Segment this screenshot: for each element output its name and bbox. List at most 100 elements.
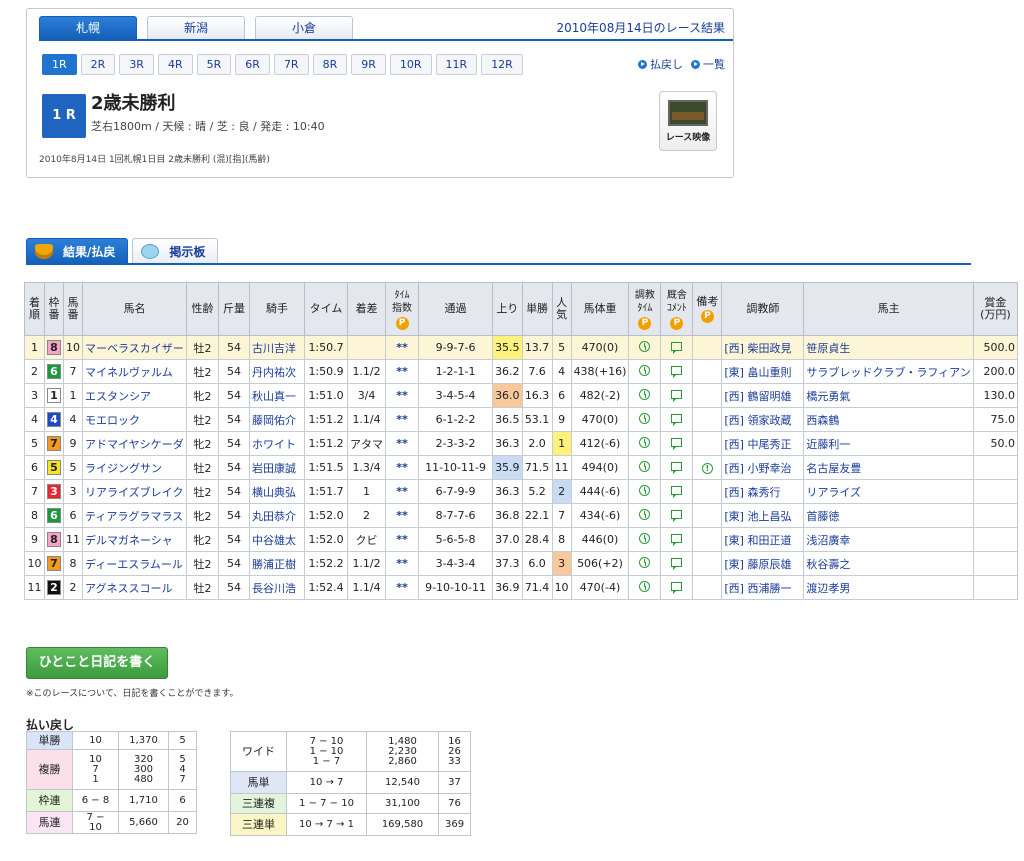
jockey-link[interactable]: 長谷川浩 — [252, 582, 296, 595]
clock-icon[interactable] — [639, 533, 651, 544]
horse-link[interactable]: ディーエスラムール — [85, 558, 183, 571]
premium-icon[interactable]: P — [395, 316, 409, 330]
trainer-link[interactable]: [西] 領家政蔵 — [724, 414, 791, 427]
trainer-link[interactable]: [西] 西浦勝一 — [724, 582, 791, 595]
owner-link[interactable]: 近藤利一 — [806, 438, 850, 451]
trainer-link[interactable]: [西] 中尾秀正 — [724, 438, 791, 451]
comment-icon[interactable] — [671, 390, 683, 402]
cell-sex-age: 牡2 — [186, 359, 220, 384]
clock-icon[interactable] — [639, 341, 651, 352]
jockey-link[interactable]: 古川吉洋 — [252, 342, 296, 355]
jockey-link[interactable]: 横山典弘 — [252, 486, 296, 499]
horse-link[interactable]: アドマイヤシケーダ — [85, 438, 184, 451]
owner-link[interactable]: 西森鶴 — [806, 414, 839, 427]
race-number-button[interactable]: 11R — [435, 54, 478, 75]
jockey-link[interactable]: 秋山真一 — [252, 390, 296, 403]
trainer-link[interactable]: [東] 和田正道 — [724, 534, 791, 547]
jockey-link[interactable]: 勝浦正樹 — [252, 558, 296, 571]
horse-link[interactable]: ティアラグラマラス — [85, 510, 183, 523]
race-number-button[interactable]: 1R — [42, 54, 77, 75]
race-number-button[interactable]: 9R — [351, 54, 386, 75]
jockey-link[interactable]: 丸田恭介 — [252, 510, 296, 523]
race-number-button[interactable]: 5R — [196, 54, 232, 75]
horse-link[interactable]: デルマガネーシャ — [85, 534, 173, 547]
clock-icon[interactable] — [639, 389, 651, 400]
venue-tab-kokura[interactable]: 小倉 — [255, 16, 353, 39]
owner-link[interactable]: 名古屋友豊 — [806, 462, 861, 475]
horse-link[interactable]: リアライズブレイク — [85, 486, 183, 499]
owner-link[interactable]: 橋元勇氣 — [806, 390, 850, 403]
clock-icon[interactable] — [639, 485, 651, 496]
clock-icon[interactable] — [639, 557, 651, 568]
comment-icon[interactable] — [671, 342, 683, 354]
race-number-button[interactable]: 6R — [235, 54, 270, 75]
premium-icon[interactable]: P — [670, 316, 684, 330]
jockey-link[interactable]: 丹内祐次 — [252, 366, 296, 379]
venue-tab-sapporo[interactable]: 札幌 — [39, 16, 137, 39]
clock-icon[interactable] — [639, 581, 651, 592]
horse-link[interactable]: マーベラスカイザー — [85, 342, 184, 355]
comment-icon[interactable] — [671, 582, 683, 594]
write-diary-button[interactable]: ひとこと日記を書く — [26, 647, 168, 679]
comment-icon[interactable] — [671, 414, 683, 426]
jockey-link[interactable]: 岩田康誠 — [252, 462, 296, 475]
clock-icon[interactable] — [639, 509, 651, 520]
cell-notes: ! — [692, 455, 723, 480]
list-link[interactable]: 一覧 — [691, 56, 725, 72]
clock-icon[interactable] — [639, 437, 651, 448]
jockey-link[interactable]: 藤岡佑介 — [252, 414, 296, 427]
info-icon[interactable]: ! — [701, 463, 713, 474]
owner-link[interactable]: 浅沼廣幸 — [806, 534, 850, 547]
horse-link[interactable]: ライジングサン — [85, 462, 162, 475]
owner-link[interactable]: 秋谷壽之 — [806, 558, 850, 571]
trainer-link[interactable]: [東] 藤原辰雄 — [724, 558, 791, 571]
trainer-link[interactable]: [東] 畠山重則 — [724, 366, 791, 379]
cell-passing: 3-4-3-4 — [418, 551, 494, 576]
comment-icon[interactable] — [671, 486, 683, 498]
horse-link[interactable]: アグネススコール — [85, 582, 172, 595]
comment-icon[interactable] — [671, 438, 683, 450]
horse-link[interactable]: マイネルヴァルム — [85, 366, 173, 379]
comment-icon[interactable] — [671, 534, 683, 546]
race-number-button[interactable]: 3R — [119, 54, 154, 75]
comment-icon[interactable] — [671, 366, 683, 378]
race-video-button[interactable]: レース映像 — [659, 91, 717, 151]
race-number-button[interactable]: 10R — [389, 54, 432, 75]
premium-icon[interactable]: P — [638, 316, 652, 330]
race-number-button[interactable]: 7R — [273, 54, 309, 75]
tab-board[interactable]: 掲示板 — [132, 238, 219, 264]
payout-link-label: 払戻し — [650, 58, 683, 71]
race-number-button[interactable]: 12R — [481, 54, 523, 75]
clock-icon[interactable] — [639, 365, 651, 376]
owner-link[interactable]: 笹原貞生 — [806, 342, 850, 355]
horse-link[interactable]: モエロック — [85, 414, 140, 427]
trainer-link[interactable]: [西] 小野幸治 — [724, 462, 791, 475]
cell-passing: 1-2-1-1 — [418, 359, 494, 384]
premium-icon[interactable]: P — [700, 309, 714, 323]
jockey-link[interactable]: ホワイト — [252, 438, 296, 451]
cell-time-index: ** — [385, 383, 420, 408]
clock-icon[interactable] — [639, 461, 651, 472]
race-number-button[interactable]: 4R — [157, 54, 193, 75]
clock-icon[interactable] — [639, 413, 651, 424]
owner-link[interactable]: 渡辺孝男 — [806, 582, 850, 595]
jockey-link[interactable]: 中谷雄太 — [252, 534, 296, 547]
comment-icon[interactable] — [671, 510, 683, 522]
cell-margin: 1.1/4 — [347, 575, 387, 600]
venue-tab-niigata[interactable]: 新潟 — [147, 16, 245, 39]
table-row: 1 8 10 マーベラスカイザー 牡2 54 古川吉洋 1:50.7 ** 9-9-7-6 35.5… — [24, 335, 1019, 360]
race-number-button[interactable]: 2R — [80, 54, 116, 75]
comment-icon[interactable] — [671, 462, 683, 474]
trainer-link[interactable]: [東] 池上昌弘 — [724, 510, 791, 523]
horse-link[interactable]: エスタンシア — [85, 390, 151, 403]
trainer-link[interactable]: [西] 鶴留明雄 — [724, 390, 791, 403]
race-number-button[interactable]: 8R — [312, 54, 348, 75]
payout-link[interactable]: 払戻し — [638, 56, 683, 72]
tab-result[interactable]: 結果/払戻 — [26, 238, 129, 264]
comment-icon[interactable] — [671, 558, 683, 570]
owner-link[interactable]: 首藤徳 — [806, 510, 839, 523]
owner-link[interactable]: サラブレッドクラブ・ラフィアン — [806, 366, 970, 379]
trainer-link[interactable]: [西] 柴田政見 — [724, 342, 791, 355]
trainer-link[interactable]: [西] 森秀行 — [724, 486, 780, 499]
owner-link[interactable]: リアライズ — [806, 486, 861, 499]
